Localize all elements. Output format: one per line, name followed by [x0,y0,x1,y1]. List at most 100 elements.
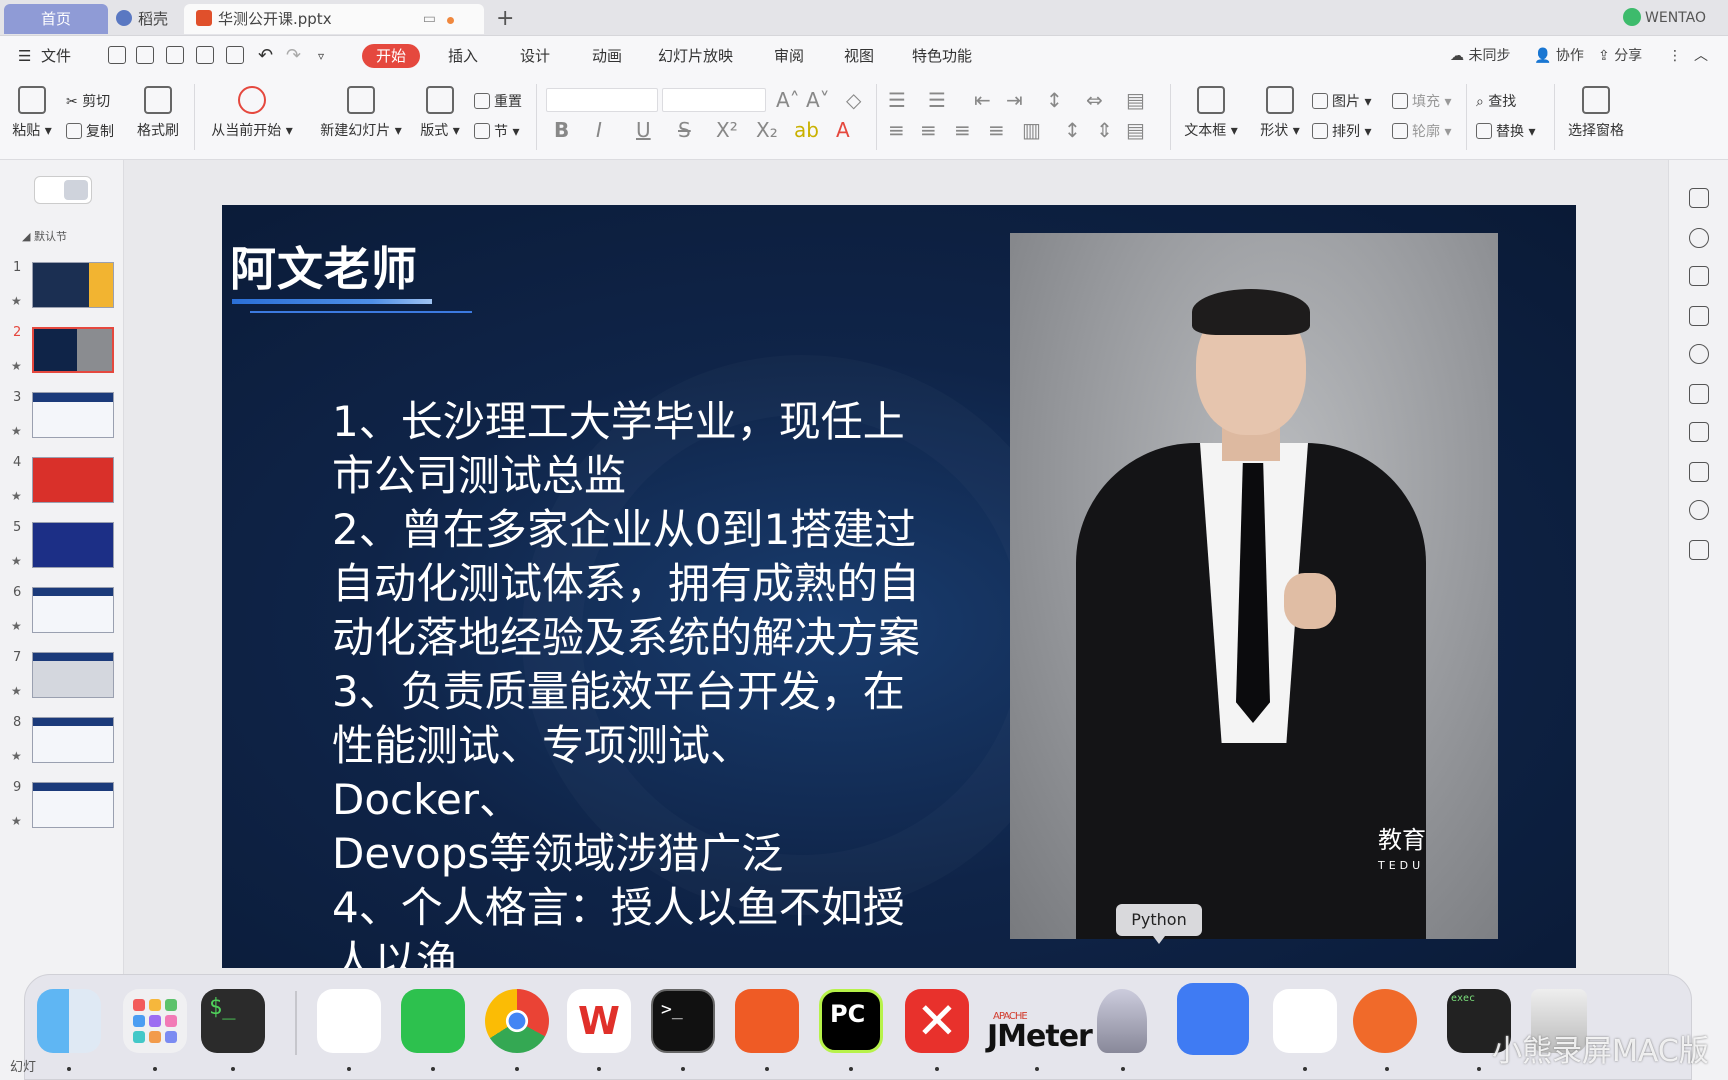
align-center-icon[interactable]: ≡ [920,118,937,142]
qq-icon[interactable] [317,989,381,1053]
current-slide[interactable]: 阿文老师 1、长沙理工大学毕业，现任上 市公司测试总监 2、曾在多家企业从0到1… [222,205,1576,968]
highlight-icon[interactable]: ab [794,118,819,142]
italic-icon[interactable]: I [596,118,602,142]
view-toggle[interactable] [34,176,92,204]
outline-view-icon[interactable] [38,180,62,200]
more-chevron-icon[interactable]: ▿ [318,44,324,68]
python-launcher-icon[interactable] [1097,989,1147,1053]
textbox-button[interactable]: 文本框 ▾ [1180,86,1242,140]
preview-icon[interactable] [226,46,244,64]
pdf-icon[interactable] [166,46,184,64]
terminal-2-icon[interactable]: >_ [651,989,715,1053]
thumbnail-view-icon[interactable] [64,180,88,200]
notes-icon[interactable] [1177,983,1249,1055]
copy-button[interactable]: 复制 [66,122,114,142]
file-menu[interactable]: ☰ 文件 [18,44,71,68]
bold-icon[interactable]: B [554,118,569,142]
menu-home[interactable]: 开始 [362,44,421,68]
launchpad-icon[interactable] [123,989,187,1053]
settings-sliders-icon[interactable] [1689,462,1709,482]
tab-document[interactable]: 华测公开课.pptx ▭ [184,4,484,34]
numbering-icon[interactable]: ☰ [928,88,946,112]
section-label[interactable]: ◢ 默认节 [22,228,67,244]
jmeter-icon[interactable]: APACHE JMeter [987,989,1093,1054]
postman-icon[interactable] [735,989,799,1053]
outline-button[interactable]: 轮廓 ▾ [1392,122,1451,142]
select-pane-button[interactable]: 选择窗格 [1564,86,1628,140]
slide-body-text[interactable]: 1、长沙理工大学毕业，现任上 市公司测试总监 2、曾在多家企业从0到1搭建过 自… [332,395,932,968]
redo-icon[interactable]: ↷ [286,44,301,68]
print-icon[interactable] [196,46,214,64]
slide-title[interactable]: 阿文老师 [230,233,418,299]
xmind-icon[interactable]: ✕ [905,989,969,1053]
menu-special[interactable]: 特色功能 [912,44,972,68]
align-right-icon[interactable]: ≡ [954,118,971,142]
shape-panel-icon[interactable] [1689,228,1709,248]
text-box-fit-icon[interactable]: ▤ [1126,88,1145,112]
slide-thumbnail[interactable]: 8 ★ [0,715,124,775]
user-account[interactable]: WENTAO [1623,8,1706,26]
undo-icon[interactable]: ↶ [258,44,273,68]
slide-thumbnail[interactable]: 4 ★ [0,455,124,515]
menu-insert[interactable]: 插入 [448,44,478,68]
save-icon[interactable] [136,46,154,64]
monitor-icon[interactable]: ▭ [423,4,436,34]
design-icon[interactable] [1689,188,1709,208]
reset-button[interactable]: 重置 [474,92,522,112]
layout-button[interactable]: 版式 ▾ [418,86,462,140]
find-button[interactable]: ⌕ 查找 [1476,92,1516,112]
menu-review[interactable]: 审阅 [774,44,804,68]
distribute-icon[interactable]: ▥ [1022,118,1041,142]
collab-button[interactable]: 👤 协作 [1534,44,1584,68]
new-slide-button[interactable]: 新建幻灯片 ▾ [316,86,406,140]
fill-button[interactable]: 填充 ▾ [1392,92,1451,112]
slide-thumbnail[interactable]: 1 ★ [0,260,124,320]
image-tools-icon[interactable] [1689,540,1709,560]
from-current-button[interactable]: 从当前开始 ▾ [206,86,298,140]
menu-slideshow[interactable]: 幻灯片放映 [658,44,733,68]
shrink-font-icon[interactable]: A˅ [806,88,830,112]
font-family-select[interactable] [546,88,658,112]
tencent-video-icon[interactable] [1273,989,1337,1053]
line-spacing-icon[interactable]: ↕ [1064,118,1081,142]
menu-design[interactable]: 设计 [520,44,550,68]
wps-icon[interactable]: W [567,989,631,1053]
finder-icon[interactable] [37,989,101,1053]
font-size-select[interactable] [662,88,766,112]
align-left-icon[interactable]: ≡ [888,118,905,142]
strikethrough-icon[interactable]: S [678,118,691,142]
object-panel-icon[interactable] [1689,306,1709,326]
more-icon[interactable]: ⋮ [1668,44,1682,68]
sync-status[interactable]: ☁ 未同步 [1450,44,1510,68]
shape-button[interactable]: 形状 ▾ [1254,86,1306,140]
underline-icon[interactable]: U [636,118,651,142]
paragraph-spacing-icon[interactable]: ⇕ [1096,118,1113,142]
picture-button[interactable]: 图片 ▾ [1312,92,1371,112]
wechat-icon[interactable] [401,989,465,1053]
new-tab-button[interactable]: + [496,4,514,34]
slide-thumbnail[interactable]: 5 ★ [0,520,124,580]
section-button[interactable]: 节 ▾ [474,122,519,142]
fill-panel-icon[interactable] [1689,266,1709,286]
menu-animation[interactable]: 动画 [592,44,622,68]
collapse-ribbon-icon[interactable]: ︿ [1694,44,1708,68]
format-painter-button[interactable]: 格式刷 [134,86,182,140]
slide-thumbnail[interactable]: 7 ★ [0,650,124,710]
terminal-icon[interactable]: $_ [201,989,265,1053]
history-icon[interactable] [1689,500,1709,520]
text-direction-icon[interactable]: ⇔ [1086,88,1103,112]
paste-button[interactable]: 粘贴 ▾ [10,86,54,140]
screen-recorder-icon[interactable] [1353,989,1417,1053]
layers-icon[interactable] [1689,384,1709,404]
open-icon[interactable] [108,46,126,64]
font-color-icon[interactable]: A [836,118,850,142]
slide-editing-canvas[interactable]: 阿文老师 1、长沙理工大学毕业，现任上 市公司测试总监 2、曾在多家企业从0到1… [124,160,1668,974]
grow-font-icon[interactable]: A˄ [776,88,800,112]
subscript-icon[interactable]: X₂ [756,118,778,142]
clear-format-icon[interactable]: ◇ [846,88,861,112]
indent-decrease-icon[interactable]: ⇤ [974,88,991,112]
effects-icon[interactable] [1689,344,1709,364]
chrome-icon[interactable] [485,989,549,1053]
sort-icon[interactable]: ↕ [1046,88,1063,112]
slide-thumbnail[interactable]: 9 ★ [0,780,124,840]
